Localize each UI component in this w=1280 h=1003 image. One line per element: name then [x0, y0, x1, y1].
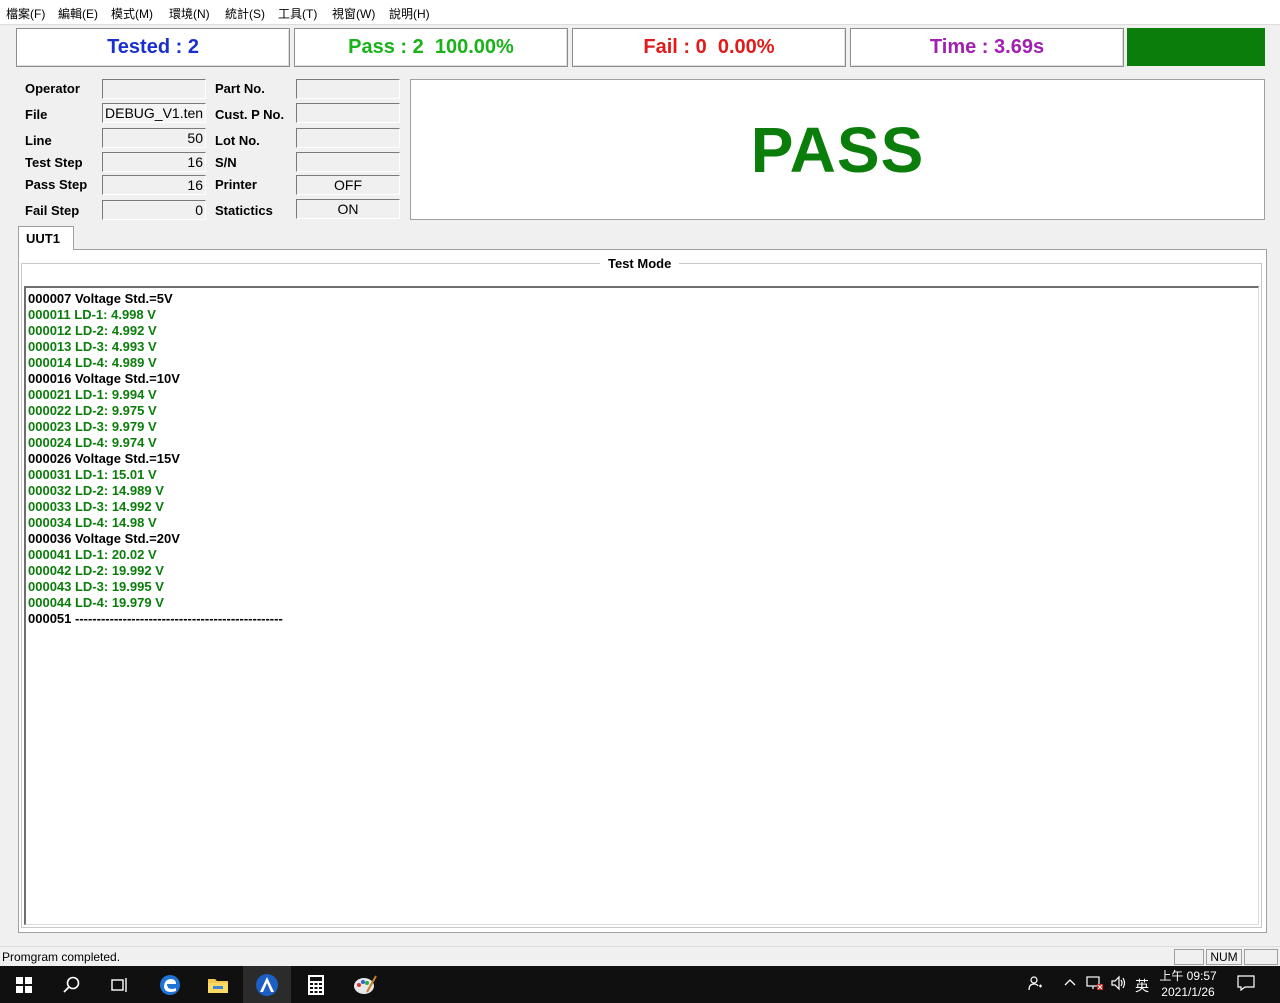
status-pane-caps	[1174, 949, 1204, 965]
pass-count: Pass : 2 100.00%	[294, 28, 568, 67]
log-value-line: 000023 LD-3: 9.979 V	[28, 419, 157, 434]
windows-start-icon[interactable]	[0, 966, 48, 1003]
pass-step-label: Pass Step	[25, 177, 88, 192]
group-title: Test Mode	[600, 256, 680, 271]
status-pane-scroll	[1244, 949, 1278, 965]
operator-label: Operator	[25, 81, 80, 96]
test-log[interactable]: 000007 Voltage Std.=5V 000011 LD-1: 4.998…	[24, 286, 1259, 925]
sn-label: S/N	[215, 155, 237, 170]
menu-statistics[interactable]: 統計(S)	[225, 5, 265, 22]
log-header-line: 000016 Voltage Std.=10V	[28, 371, 180, 386]
log-value-line: 000011 LD-1: 4.998 V	[28, 307, 156, 322]
people-icon[interactable]	[1027, 975, 1043, 994]
calculator-icon[interactable]	[292, 966, 340, 1003]
log-value-line: 000024 LD-4: 9.974 V	[28, 435, 157, 450]
log-value-line: 000043 LD-3: 19.995 V	[28, 579, 164, 594]
edge-browser-icon[interactable]	[146, 966, 194, 1003]
ime-indicator[interactable]: 英	[1135, 976, 1149, 996]
part-no-field	[296, 79, 400, 99]
search-icon[interactable]	[48, 966, 96, 1003]
log-value-line: 000033 LD-3: 14.992 V	[28, 499, 164, 514]
file-explorer-icon[interactable]	[194, 966, 242, 1003]
part-no-label: Part No.	[215, 81, 265, 96]
clock-date: 2021/1/26	[1161, 985, 1215, 999]
menu-edit[interactable]: 編輯(E)	[58, 5, 98, 22]
log-value-line: 000034 LD-4: 14.98 V	[28, 515, 157, 530]
lot-no-field	[296, 128, 400, 148]
status-bar: Promgram completed. NUM	[0, 946, 1280, 967]
log-value-line: 000021 LD-1: 9.994 V	[28, 387, 157, 402]
tested-count: Tested : 2	[16, 28, 290, 67]
log-value-line: 000022 LD-2: 9.975 V	[28, 403, 157, 418]
log-value-line: 000031 LD-1: 15.01 V	[28, 467, 157, 482]
operator-field	[102, 79, 206, 99]
log-header-line: 000026 Voltage Std.=15V	[28, 451, 180, 466]
clock-time: 上午 09:57	[1159, 969, 1217, 983]
result-text: PASS	[750, 113, 925, 186]
file-field: DEBUG_V1.ten	[102, 103, 206, 123]
fail-step-field: 0	[102, 200, 206, 220]
test-app-icon[interactable]	[243, 966, 291, 1003]
menu-file[interactable]: 檔案(F)	[6, 5, 45, 22]
volume-icon[interactable]	[1110, 975, 1128, 994]
log-value-line: 000041 LD-1: 20.02 V	[28, 547, 157, 562]
cust-p-no-field	[296, 103, 400, 123]
chevron-up-icon[interactable]	[1064, 975, 1076, 994]
menu-environment[interactable]: 環境(N)	[169, 5, 210, 22]
log-header-line: 000007 Voltage Std.=5V	[28, 291, 173, 306]
log-value-line: 000042 LD-2: 19.992 V	[28, 563, 164, 578]
task-view-icon[interactable]	[96, 966, 144, 1003]
printer-label: Printer	[215, 177, 257, 192]
sn-field	[296, 152, 400, 172]
system-clock[interactable]: 上午 09:57 2021/1/26	[1150, 968, 1226, 1000]
log-value-line: 000032 LD-2: 14.989 V	[28, 483, 164, 498]
elapsed-time: Time : 3.69s	[850, 28, 1124, 67]
menu-help[interactable]: 說明(H)	[389, 5, 430, 22]
statictics-field: ON	[296, 199, 400, 219]
result-indicator-bar	[1127, 28, 1265, 66]
notification-icon[interactable]	[1237, 975, 1255, 994]
lot-no-label: Lot No.	[215, 133, 260, 148]
fail-step-label: Fail Step	[25, 203, 80, 218]
statictics-label: Statictics	[215, 203, 273, 218]
log-value-line: 000044 LD-4: 19.979 V	[28, 595, 164, 610]
printer-field: OFF	[296, 175, 400, 195]
menu-bar: 檔案(F) 編輯(E) 模式(M) 環境(N) 統計(S) 工具(T) 視窗(W…	[0, 0, 1280, 25]
cust-p-no-label: Cust. P No.	[215, 107, 285, 122]
log-value-line: 000014 LD-4: 4.989 V	[28, 355, 157, 370]
log-header-line: 000036 Voltage Std.=20V	[28, 531, 180, 546]
status-message: Promgram completed.	[2, 950, 121, 964]
result-panel: PASS	[410, 79, 1265, 220]
test-step-label: Test Step	[25, 155, 83, 170]
taskbar: 英 上午 09:57 2021/1/26	[0, 966, 1280, 1003]
status-pane-num: NUM	[1206, 949, 1242, 965]
menu-tools[interactable]: 工具(T)	[278, 5, 317, 22]
log-value-line: 000012 LD-2: 4.992 V	[28, 323, 157, 338]
menu-mode[interactable]: 模式(M)	[111, 5, 153, 22]
menu-window[interactable]: 視窗(W)	[332, 5, 375, 22]
line-field: 50	[102, 128, 206, 148]
tab-uut1[interactable]: UUT1	[18, 226, 74, 250]
log-header-line: 000051 ---------------------------------…	[28, 611, 283, 626]
file-label: File	[25, 107, 48, 122]
line-label: Line	[25, 133, 52, 148]
test-step-field: 16	[102, 152, 206, 172]
fail-count: Fail : 0 0.00%	[572, 28, 846, 67]
pass-step-field: 16	[102, 175, 206, 195]
log-value-line: 000013 LD-3: 4.993 V	[28, 339, 157, 354]
paint-icon[interactable]	[341, 966, 389, 1003]
network-icon[interactable]	[1086, 975, 1104, 994]
